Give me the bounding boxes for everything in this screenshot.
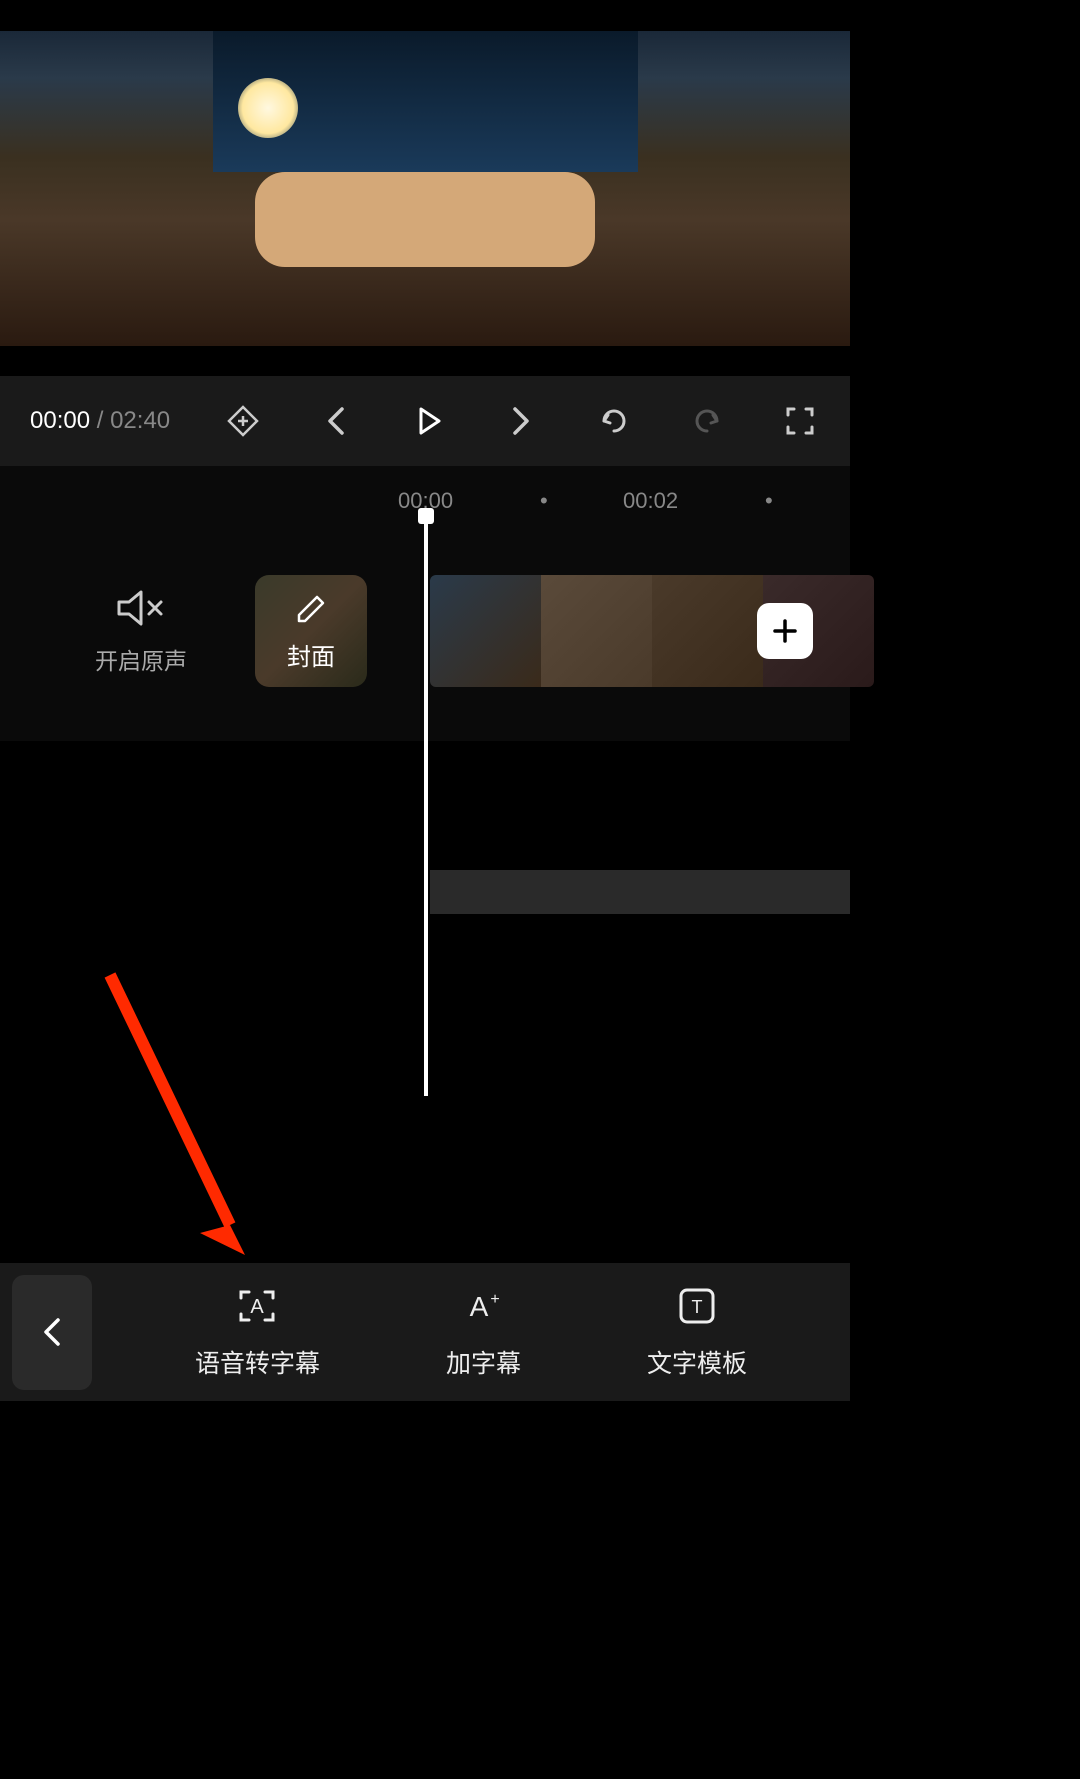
- keyframe-button[interactable]: [223, 401, 263, 441]
- svg-text:T: T: [691, 1297, 702, 1317]
- text-template-button[interactable]: T 文字模板: [647, 1284, 747, 1380]
- undo-button[interactable]: [594, 401, 634, 441]
- timeline[interactable]: 00:00 • 00:02 • 开启原声 封面: [0, 466, 850, 741]
- cover-label: 封面: [287, 637, 335, 672]
- clip-thumbnail: [430, 575, 541, 687]
- time-separator: /: [90, 407, 110, 434]
- next-button[interactable]: [501, 401, 541, 441]
- text-template-icon: T: [675, 1284, 719, 1328]
- toolbar-item-label: 加字幕: [446, 1344, 521, 1380]
- video-preview[interactable]: [0, 0, 850, 376]
- play-icon: [409, 401, 449, 441]
- back-icon: [40, 1314, 64, 1350]
- preview-frame: [0, 31, 850, 346]
- playback-controls: 00:00 / 02:40: [0, 376, 850, 466]
- svg-text:A: A: [470, 1291, 489, 1322]
- add-caption-icon: A+: [461, 1284, 505, 1328]
- total-time: 02:40: [110, 407, 170, 434]
- current-time: 00:00: [30, 407, 90, 434]
- ruler-mark: 00:02: [623, 488, 678, 514]
- clip-thumbnail: [652, 575, 763, 687]
- toolbar-item-label: 文字模板: [647, 1344, 747, 1380]
- keyframe-icon: [225, 403, 261, 439]
- svg-text:+: +: [491, 1291, 500, 1308]
- add-clip-button[interactable]: [757, 603, 813, 659]
- prev-button[interactable]: [316, 401, 356, 441]
- auto-caption-button[interactable]: A 语音转字幕: [195, 1284, 320, 1380]
- clip-thumbnail: [541, 575, 652, 687]
- time-display: 00:00 / 02:40: [30, 407, 170, 435]
- svg-text:A: A: [251, 1296, 265, 1318]
- bottom-toolbar: A 语音转字幕 A+ 加字幕 T 文字模板: [0, 1263, 850, 1401]
- prev-icon: [322, 403, 350, 439]
- add-caption-button[interactable]: A+ 加字幕: [446, 1284, 521, 1380]
- audio-track[interactable]: [430, 870, 850, 914]
- speaker-muted-icon: [115, 586, 167, 630]
- redo-icon: [689, 403, 725, 439]
- fullscreen-icon: [784, 405, 816, 437]
- plus-icon: [771, 617, 799, 645]
- original-sound-label: 开启原声: [95, 642, 187, 676]
- next-icon: [507, 403, 535, 439]
- back-button[interactable]: [12, 1275, 92, 1390]
- cover-button[interactable]: 封面: [255, 575, 367, 687]
- undo-icon: [596, 403, 632, 439]
- toolbar-item-label: 语音转字幕: [195, 1344, 320, 1380]
- annotation-arrow: [100, 965, 260, 1255]
- ruler-dot: •: [540, 488, 548, 514]
- redo-button[interactable]: [687, 401, 727, 441]
- pencil-icon: [293, 591, 329, 627]
- auto-caption-icon: A: [235, 1284, 279, 1328]
- original-sound-toggle[interactable]: 开启原声: [95, 586, 187, 676]
- fullscreen-button[interactable]: [780, 401, 820, 441]
- play-button[interactable]: [409, 401, 449, 441]
- playhead[interactable]: [424, 516, 428, 1096]
- ruler-dot: •: [765, 488, 773, 514]
